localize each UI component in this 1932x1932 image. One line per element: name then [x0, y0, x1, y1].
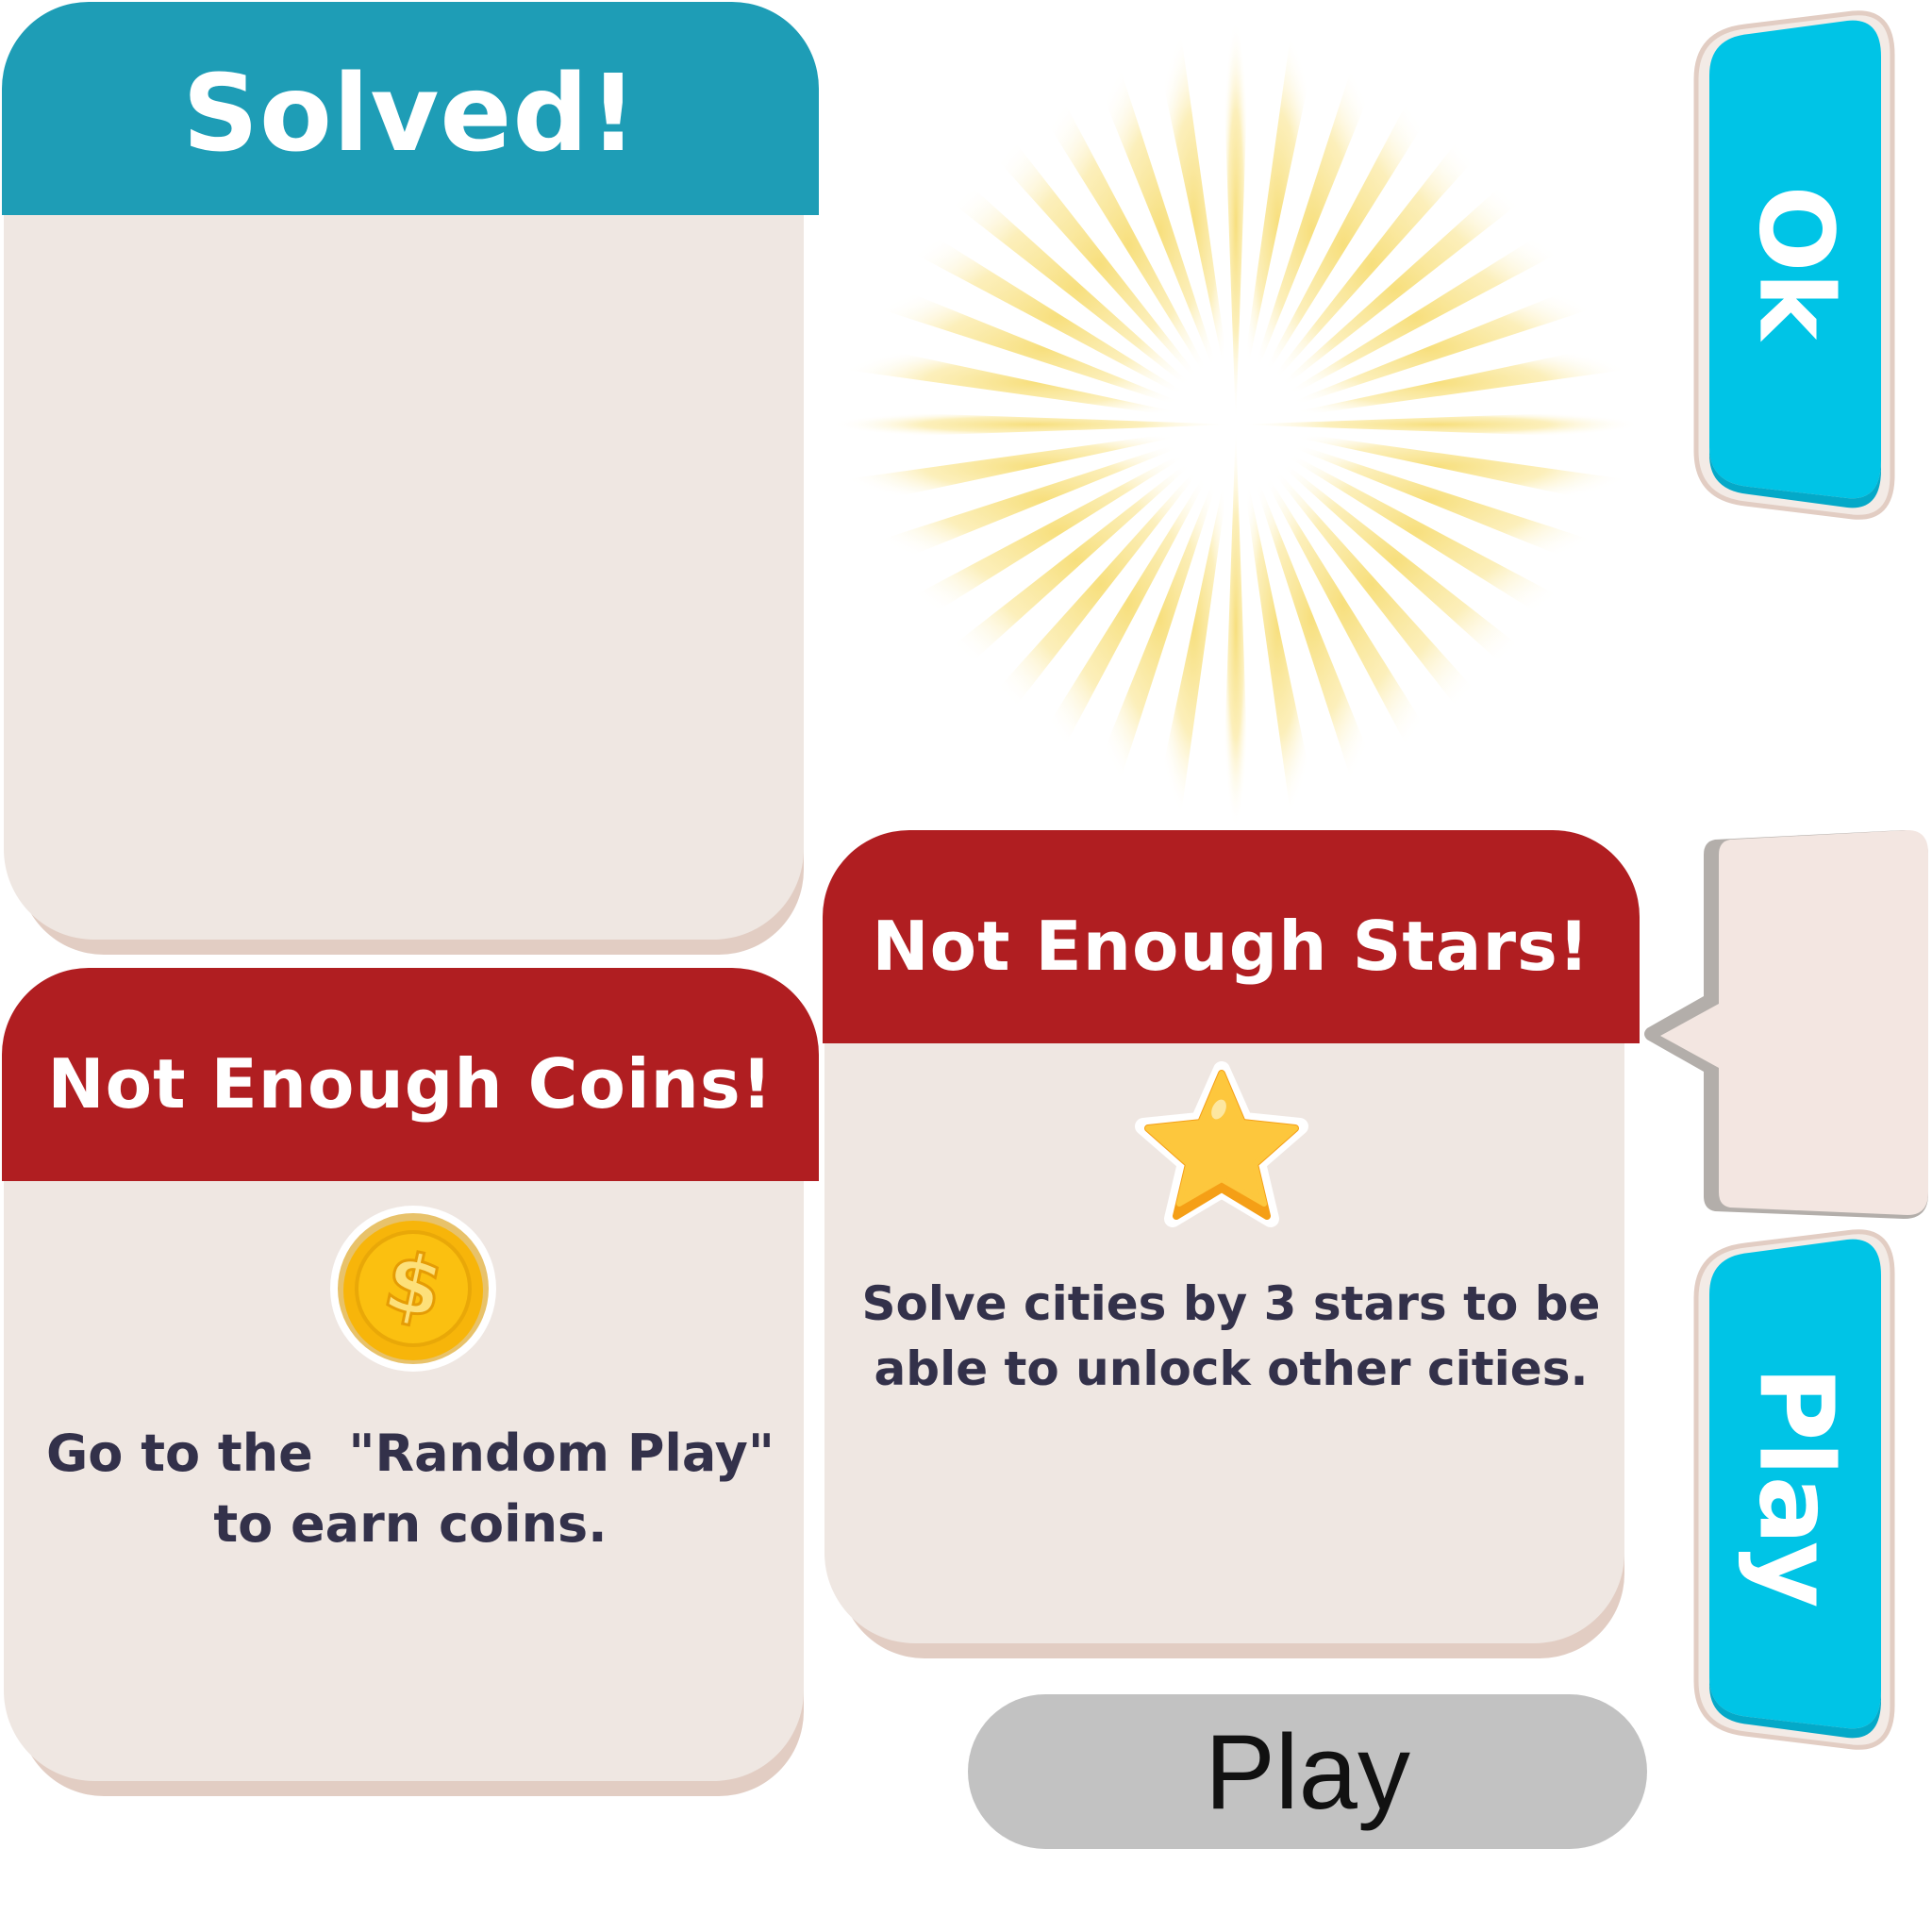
- ok-button[interactable]: Ok: [1692, 8, 1896, 521]
- solved-title: Solved!: [182, 53, 639, 175]
- grey-play-button-label: Play: [1205, 1712, 1410, 1831]
- tooltip-bubble: [1644, 830, 1928, 1219]
- not-enough-stars-panel: Not Enough Stars! Solve cities by 3 star…: [821, 828, 1641, 1658]
- sunburst-ray: [1236, 272, 1622, 425]
- coin-icon: $: [330, 1206, 496, 1372]
- coins-title: Not Enough Coins!: [47, 1044, 774, 1124]
- stars-message-line-2: able to unlock other cities.: [874, 1341, 1589, 1396]
- sunburst-ray: [1083, 425, 1236, 810]
- play-button[interactable]: Play: [1692, 1226, 1896, 1751]
- stars-title: Not Enough Stars!: [872, 907, 1591, 986]
- sunburst-rays: [830, 19, 1641, 830]
- ok-button-label: Ok: [1736, 185, 1855, 340]
- sunburst-ray: [850, 425, 1236, 577]
- stars-message-line-1: Solve cities by 3 stars to be: [861, 1276, 1601, 1331]
- solved-panel-header: Solved!: [2, 2, 819, 215]
- play-button-label-wrap: Play: [1709, 1245, 1881, 1728]
- coins-panel-header: Not Enough Coins!: [2, 968, 819, 1181]
- star-icon: [1135, 1061, 1308, 1227]
- coins-message-line-2: to earn coins.: [213, 1493, 608, 1554]
- sunburst-ray: [850, 272, 1236, 425]
- sunburst-ray: [1236, 425, 1389, 810]
- solved-panel-body: [4, 189, 804, 940]
- stars-message: Solve cities by 3 stars to be able to un…: [840, 1272, 1623, 1402]
- sunburst-ray: [1083, 39, 1236, 425]
- play-button-label: Play: [1736, 1365, 1855, 1608]
- sunburst-ray: [1236, 39, 1389, 425]
- stars-panel-header: Not Enough Stars!: [823, 830, 1640, 1043]
- not-enough-coins-panel: Not Enough Coins! $ Go to the "Random Pl…: [0, 966, 821, 1796]
- grey-play-button[interactable]: Play: [968, 1694, 1647, 1849]
- coins-message-line-1: Go to the "Random Play": [45, 1424, 775, 1483]
- solved-panel: Solved!: [0, 0, 821, 955]
- sunburst-ray: [1236, 425, 1622, 577]
- coins-message: Go to the "Random Play" to earn coins.: [19, 1419, 802, 1559]
- ok-button-label-wrap: Ok: [1709, 26, 1881, 498]
